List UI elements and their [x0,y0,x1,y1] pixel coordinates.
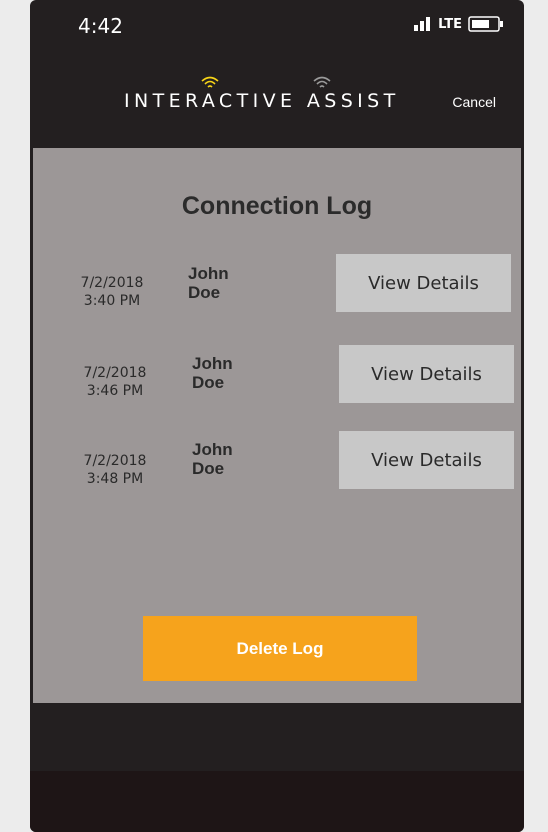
status-indicators: LTE [414,16,504,32]
entry-time: 3:48 PM [86,471,144,487]
entry-time: 3:46 PM [86,383,144,399]
entry-date: 7/2/2018 [83,365,147,381]
page-title: Connection Log [181,192,373,220]
list-item: 7/2/2018 3:46 PM John Doe View Details [33,345,521,406]
status-bar: 4:42 LTE [30,0,524,60]
phone-frame: 4:42 LTE INTERACTIVE ASSIST Cancel Conne… [30,0,524,832]
signal-icon [414,17,432,31]
wifi-accent-icon [200,74,220,90]
entry-date: 7/2/2018 [80,275,144,291]
wifi-muted-icon [312,74,332,90]
entry-timestamp: 7/2/2018 3:46 PM [70,364,160,400]
carrier-label: LTE [438,16,462,32]
entry-last-name: Doe [192,459,225,478]
connection-log-panel: Connection Log 7/2/2018 3:40 PM John Doe… [33,148,521,703]
entry-timestamp: 7/2/2018 3:48 PM [70,452,160,488]
entry-name: John Doe [192,354,272,392]
cancel-button[interactable]: Cancel [452,94,496,110]
battery-icon [468,16,504,32]
entry-last-name: Doe [192,373,225,392]
delete-log-button[interactable]: Delete Log [143,616,417,681]
entry-time: 3:40 PM [83,293,141,309]
entry-last-name: Doe [188,283,221,302]
footer-bar [30,703,524,771]
list-item: 7/2/2018 3:48 PM John Doe View Details [33,431,521,492]
entry-first-name: John [188,264,229,283]
entry-date: 7/2/2018 [83,453,147,469]
bottom-bezel [30,771,524,832]
entry-first-name: John [192,354,233,373]
list-item: 7/2/2018 3:40 PM John Doe View Details [33,254,521,316]
entry-timestamp: 7/2/2018 3:40 PM [67,274,157,310]
entry-name: John Doe [192,440,272,478]
view-details-button[interactable]: View Details [339,345,514,403]
view-details-button[interactable]: View Details [339,431,514,489]
view-details-button[interactable]: View Details [336,254,511,312]
app-header: INTERACTIVE ASSIST Cancel [30,60,524,148]
entry-first-name: John [192,440,233,459]
logo-text: INTERACTIVE ASSIST [124,90,400,112]
entry-name: John Doe [188,264,268,302]
status-time: 4:42 [78,14,123,38]
